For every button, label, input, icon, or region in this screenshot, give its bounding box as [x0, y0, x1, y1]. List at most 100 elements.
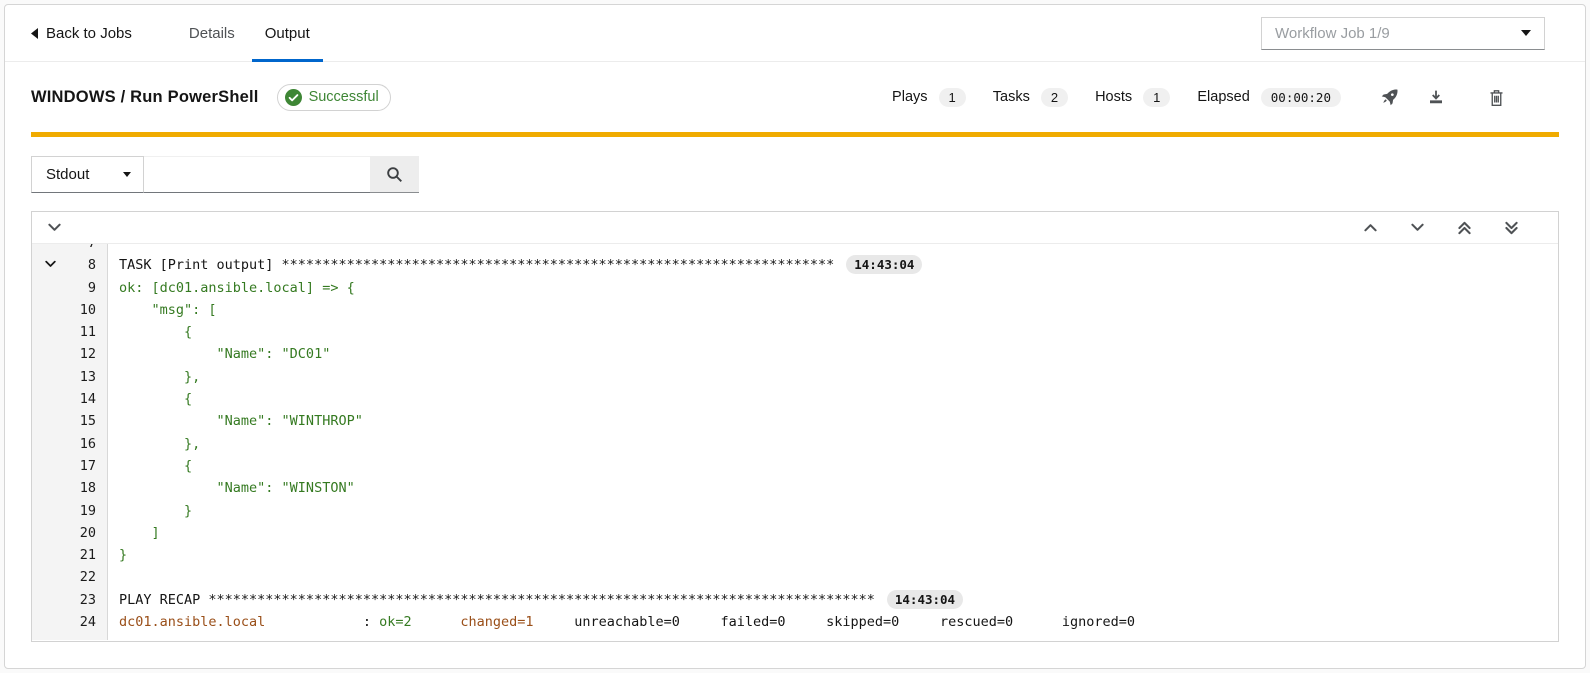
console-line-text: }	[108, 500, 192, 522]
console-line	[32, 633, 1558, 640]
stat-value-badge: 00:00:20	[1261, 88, 1341, 107]
chevron-down-icon	[123, 172, 131, 177]
line-number-text: 13	[80, 369, 96, 385]
console-line-text: "Name": "WINTHROP"	[108, 410, 363, 432]
download-icon	[1427, 88, 1445, 106]
scroll-to-top-button[interactable]	[1458, 221, 1471, 235]
line-number-text: 10	[80, 302, 96, 318]
check-circle-icon	[285, 89, 302, 106]
stat-value-badge: 1	[1143, 88, 1170, 107]
search-input[interactable]	[144, 156, 370, 193]
console-line: 14 {	[32, 388, 1558, 410]
line-number-text: 9	[88, 280, 96, 296]
console-line: 22	[32, 566, 1558, 588]
console-line-text: "msg": [	[108, 299, 217, 321]
console-line-text: ]	[108, 522, 160, 544]
line-number: 18	[32, 477, 108, 499]
line-number	[32, 633, 108, 640]
line-number: 17	[32, 455, 108, 477]
status-divider-bar	[31, 132, 1559, 137]
stat-plays: Plays1	[892, 88, 966, 107]
console-line-text: },	[108, 433, 200, 455]
collapse-all-toggle[interactable]	[48, 223, 61, 232]
console-line-text: {	[108, 455, 192, 477]
search-button[interactable]	[370, 156, 419, 193]
console-line: 13 },	[32, 366, 1558, 388]
console-line-text: ok: [dc01.ansible.local] => {	[108, 277, 355, 299]
line-number-text: 15	[80, 413, 96, 429]
download-output-button[interactable]	[1413, 88, 1459, 106]
console-line: 21}	[32, 544, 1558, 566]
chevron-down-icon	[48, 223, 61, 232]
console-line-text: dc01.ansible.local : ok=2 changed=1 unre…	[108, 611, 1135, 633]
console-line-text: {	[108, 388, 192, 410]
job-stats: Plays1 Tasks 2 Hosts1 Elapsed 00:00:20	[892, 88, 1341, 107]
line-number: 16	[32, 433, 108, 455]
line-number: 8	[32, 254, 108, 276]
collapse-task-toggle-icon[interactable]	[45, 260, 56, 268]
scroll-to-bottom-button[interactable]	[1505, 221, 1518, 235]
console-line: 10 "msg": [	[32, 299, 1558, 321]
stat-value-badge: 2	[1041, 88, 1068, 107]
job-actions	[1367, 88, 1519, 107]
line-number: 24	[32, 611, 108, 633]
console-line: 11 {	[32, 321, 1558, 343]
console-line: 8TASK [Print output] *******************…	[32, 254, 1558, 276]
line-number-text: 20	[80, 525, 96, 541]
console-line-text: }	[108, 544, 127, 566]
console-line: 7	[32, 244, 1558, 254]
console-line: 9 ok: [dc01.ansible.local] => {	[32, 277, 1558, 299]
stdout-panel: 78TASK [Print output] ******************…	[31, 211, 1559, 642]
chevron-down-icon	[1521, 30, 1531, 36]
timestamp-badge: 14:43:04	[846, 255, 922, 274]
line-number-text: 21	[80, 547, 96, 563]
console-output[interactable]: 78TASK [Print output] ******************…	[32, 244, 1558, 640]
stat-value-badge: 1	[939, 88, 966, 107]
line-number-text: 16	[80, 436, 96, 452]
status-badge-label: Successful	[309, 89, 379, 105]
line-number: 11	[32, 321, 108, 343]
console-line: 20 ]	[32, 522, 1558, 544]
console-line: 12 "Name": "DC01"	[32, 343, 1558, 365]
stat-label: Elapsed	[1197, 89, 1249, 105]
console-line-text: },	[108, 366, 200, 388]
console-line-text: "Name": "WINSTON"	[108, 477, 355, 499]
console-line: 24 dc01.ansible.local : ok=2 changed=1 un…	[32, 611, 1558, 633]
console-line-text: "Name": "DC01"	[108, 343, 330, 365]
console-line-text: {	[108, 321, 192, 343]
workflow-job-select[interactable]: Workflow Job 1/9	[1261, 17, 1545, 50]
line-number: 20	[32, 522, 108, 544]
tab-bar: DetailsOutput	[174, 5, 325, 61]
line-number: 9	[32, 277, 108, 299]
stdout-panel-toolbar	[32, 212, 1558, 244]
scroll-next-button[interactable]	[1411, 223, 1424, 232]
delete-job-button[interactable]	[1473, 88, 1519, 107]
line-number: 12	[32, 343, 108, 365]
line-number-text: 14	[80, 391, 96, 407]
line-number: 23	[32, 589, 108, 611]
stat-hosts: Hosts1	[1095, 88, 1170, 107]
back-to-jobs-link[interactable]: Back to Jobs	[31, 5, 132, 61]
stat-label: Tasks	[993, 89, 1030, 105]
relaunch-rocket-icon	[1381, 88, 1399, 106]
line-number: 10	[32, 299, 108, 321]
line-number-text: 24	[80, 614, 96, 630]
chevron-up-icon	[1364, 223, 1377, 232]
console-line: 17 {	[32, 455, 1558, 477]
line-number-text: 17	[80, 458, 96, 474]
line-number-text: 18	[80, 480, 96, 496]
back-arrow-icon	[31, 28, 38, 39]
delete-trash-icon	[1488, 88, 1505, 107]
console-line: 23PLAY RECAP ***************************…	[32, 589, 1558, 611]
tab-details[interactable]: Details	[174, 5, 250, 61]
search-icon	[386, 166, 403, 183]
tab-output[interactable]: Output	[250, 5, 325, 61]
double-chevron-down-icon	[1505, 221, 1518, 235]
search-mode-select[interactable]: Stdout	[31, 156, 144, 193]
line-number: 15	[32, 410, 108, 432]
scroll-previous-button[interactable]	[1364, 223, 1377, 232]
line-number-text: 23	[80, 592, 96, 608]
relaunch-button[interactable]	[1367, 88, 1413, 106]
console-line: 19 }	[32, 500, 1558, 522]
line-number: 13	[32, 366, 108, 388]
